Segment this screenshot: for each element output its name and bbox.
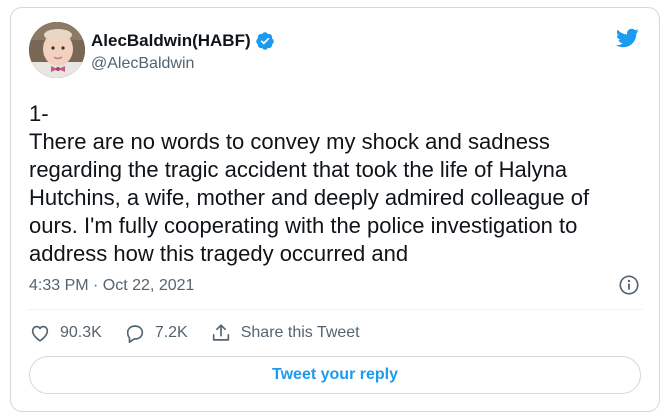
author-handle[interactable]: @AlecBaldwin: [91, 55, 194, 73]
heart-icon: [31, 325, 49, 342]
share-label: Share this Tweet: [240, 324, 360, 341]
reply-count: 7.2K: [154, 324, 188, 341]
share-upload-icon: [212, 324, 229, 341]
tweet-actions: 90.3K 7.2K Share this Tweet: [29, 322, 382, 344]
avatar[interactable]: [29, 22, 85, 78]
like-button[interactable]: 90.3K: [29, 322, 102, 344]
share-button[interactable]: Share this Tweet: [210, 322, 360, 344]
tweet-your-reply-button[interactable]: Tweet your reply: [29, 356, 641, 394]
speech-bubble-icon: [126, 325, 143, 343]
reply-count-button[interactable]: 7.2K: [124, 322, 188, 344]
author-display-name[interactable]: AlecBaldwin(HABF): [91, 31, 251, 51]
tweet-text: 1- There are no words to convey my shock…: [29, 101, 590, 266]
twitter-bird-icon[interactable]: [613, 26, 641, 50]
like-count: 90.3K: [60, 324, 102, 341]
tweet-card: AlecBaldwin(HABF) @AlecBaldwin 1- There …: [10, 7, 660, 412]
author-name-row: AlecBaldwin(HABF): [91, 31, 275, 51]
info-icon[interactable]: [618, 274, 640, 296]
verified-badge-icon: [255, 31, 275, 51]
tweet-timestamp[interactable]: 4:33 PM · Oct 22, 2021: [29, 277, 194, 295]
divider: [27, 309, 643, 310]
avatar-image: [29, 22, 85, 78]
